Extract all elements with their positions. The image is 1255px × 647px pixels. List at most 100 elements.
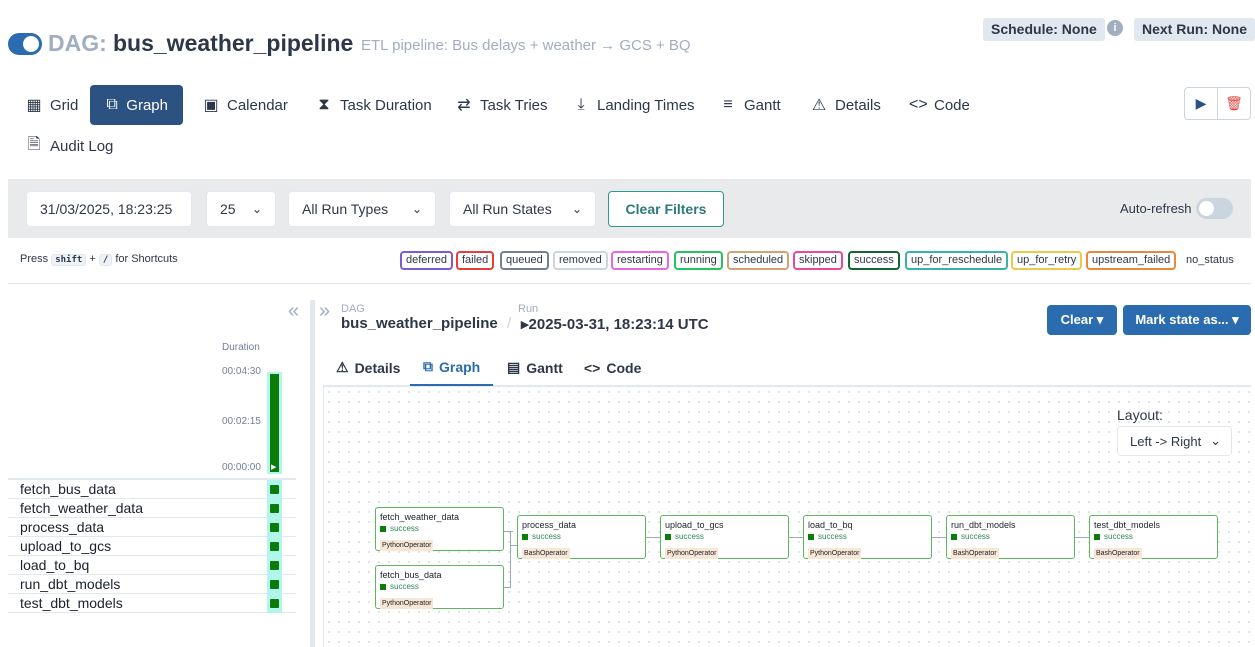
tab-grid[interactable]: ▦ Grid bbox=[10, 85, 93, 125]
subtab-label: Gantt bbox=[526, 359, 563, 376]
legend-up-for-reschedule[interactable]: up_for_reschedule bbox=[905, 251, 1009, 270]
clear-button[interactable]: Clear ▾ bbox=[1047, 305, 1117, 335]
chevron-down-icon: ⌄ bbox=[1210, 433, 1221, 448]
task-instance-cell[interactable] bbox=[267, 499, 282, 518]
plane-landing-icon: ⤓ bbox=[577, 96, 585, 113]
legend-skipped[interactable]: skipped bbox=[793, 251, 843, 270]
graph-node-process-data[interactable]: process_data success BashOperator bbox=[517, 515, 646, 559]
subtab-label: Code bbox=[606, 359, 642, 376]
shortcut-hint: Press shift + / for Shortcuts bbox=[20, 253, 178, 266]
graph-node-fetch-weather-data[interactable]: fetch_weather_data success PythonOperato… bbox=[375, 507, 504, 551]
tab-label: Task Tries bbox=[480, 96, 548, 114]
collapse-grid-icon[interactable]: « bbox=[288, 300, 299, 323]
clear-filters-button[interactable]: Clear Filters bbox=[608, 191, 724, 227]
graph-edge bbox=[1075, 537, 1089, 538]
tab-label: Task Duration bbox=[340, 96, 432, 114]
task-row[interactable]: upload_to_gcs bbox=[8, 537, 296, 556]
graph-node-fetch-bus-data[interactable]: fetch_bus_data success PythonOperator bbox=[375, 565, 504, 609]
delete-dag-button[interactable]: 🗑 bbox=[1218, 88, 1250, 119]
task-instance-cell[interactable] bbox=[267, 518, 282, 537]
tab-task-duration[interactable]: ⧗ Task Duration bbox=[300, 85, 447, 125]
chevron-down-icon: ⌄ bbox=[251, 202, 262, 216]
task-instance-cell[interactable] bbox=[267, 480, 282, 499]
legend-success[interactable]: success bbox=[848, 251, 900, 270]
subtab-details[interactable]: ⚠ Details bbox=[323, 349, 413, 386]
dag-description: ETL pipeline: Bus delays + weather → GCS… bbox=[361, 37, 691, 54]
divider bbox=[8, 283, 1251, 284]
breadcrumb-dag-link[interactable]: bus_weather_pipeline bbox=[341, 315, 498, 332]
tab-graph[interactable]: ⧉ Graph bbox=[90, 85, 183, 125]
shortcut-key-slash: / bbox=[98, 254, 113, 266]
dag-pause-toggle[interactable] bbox=[8, 33, 42, 55]
run-states-select[interactable]: All Run States ⌄ bbox=[449, 191, 596, 227]
legend-removed[interactable]: removed bbox=[553, 251, 608, 270]
task-row[interactable]: test_dbt_models bbox=[8, 594, 296, 613]
task-name: run_dbt_models bbox=[20, 576, 121, 592]
calendar-icon: ▣ bbox=[203, 97, 219, 114]
task-row[interactable]: load_to_bq bbox=[8, 556, 296, 575]
legend-queued[interactable]: queued bbox=[500, 251, 549, 270]
task-row[interactable]: fetch_bus_data bbox=[8, 480, 296, 499]
task-row[interactable]: fetch_weather_data bbox=[8, 499, 296, 518]
node-state: success bbox=[380, 523, 499, 534]
run-types-select[interactable]: All Run Types ⌄ bbox=[288, 191, 436, 227]
tab-audit-log[interactable]: 🗎 Audit Log bbox=[10, 126, 128, 166]
status-square-icon bbox=[665, 533, 671, 540]
task-list: fetch_bus_data fetch_weather_data proces… bbox=[8, 478, 296, 613]
task-instance-cell[interactable] bbox=[267, 537, 282, 556]
duration-tick: 00:00:00 bbox=[222, 462, 261, 473]
num-runs-select[interactable]: 25 ⌄ bbox=[206, 191, 276, 227]
layout-select[interactable]: Left -> Right ⌄ bbox=[1117, 426, 1232, 456]
layout-label: Layout: bbox=[1117, 407, 1163, 423]
legend-upstream-failed[interactable]: upstream_failed bbox=[1086, 251, 1177, 270]
task-instance-cell[interactable] bbox=[267, 575, 282, 594]
trigger-dag-button[interactable]: ▶ bbox=[1185, 88, 1218, 119]
task-row[interactable]: process_data bbox=[8, 518, 296, 537]
graph-node-test-dbt-models[interactable]: test_dbt_models success BashOperator bbox=[1089, 515, 1218, 559]
subtab-graph[interactable]: ⧉ Graph bbox=[410, 349, 494, 386]
legend-failed[interactable]: failed bbox=[456, 251, 495, 270]
breadcrumb-run-link[interactable]: ▸2025-03-31, 18:23:14 UTC bbox=[521, 315, 709, 333]
shortcut-press: Press bbox=[20, 253, 49, 265]
tab-code[interactable]: <> Code bbox=[894, 85, 985, 125]
panel-resize-handle[interactable] bbox=[310, 300, 315, 647]
graph-node-load-to-bq[interactable]: load_to_bq success PythonOperator bbox=[803, 515, 932, 559]
subtab-gantt[interactable]: ▤ Gantt bbox=[494, 349, 576, 386]
node-state-label: success bbox=[961, 532, 990, 541]
mark-state-button[interactable]: Mark state as... ▾ bbox=[1123, 305, 1251, 335]
auto-refresh-toggle[interactable] bbox=[1196, 198, 1233, 219]
execution-date-input[interactable]: 31/03/2025, 18:23:25 bbox=[26, 191, 192, 227]
graph-node-run-dbt-models[interactable]: run_dbt_models success BashOperator bbox=[946, 515, 1075, 559]
legend-running[interactable]: running bbox=[674, 251, 723, 270]
tab-task-tries[interactable]: ⇄ Task Tries bbox=[440, 85, 563, 125]
dag-title: bus_weather_pipeline bbox=[113, 30, 354, 56]
node-operator: BashOperator bbox=[522, 548, 570, 559]
info-icon[interactable]: i bbox=[1107, 20, 1123, 36]
execution-date-value: 31/03/2025, 18:23:25 bbox=[40, 201, 173, 217]
run-duration-bar[interactable] bbox=[270, 374, 279, 472]
expand-details-icon[interactable]: » bbox=[319, 300, 330, 323]
legend-restarting[interactable]: restarting bbox=[611, 251, 669, 270]
graph-canvas[interactable]: Layout: Left -> Right ⌄ fetch_weather_da… bbox=[323, 387, 1251, 647]
graph-edge bbox=[504, 587, 511, 588]
legend-scheduled[interactable]: scheduled bbox=[727, 251, 790, 270]
graph-icon: ⧉ bbox=[106, 96, 118, 113]
subtab-code[interactable]: <> Code bbox=[571, 349, 654, 386]
tab-gantt[interactable]: ≡ Gantt bbox=[704, 85, 796, 125]
filter-bar: 31/03/2025, 18:23:25 25 ⌄ All Run Types … bbox=[8, 179, 1251, 238]
status-square-icon bbox=[951, 533, 957, 540]
breadcrumb-separator: / bbox=[507, 315, 512, 332]
tab-landing-times[interactable]: ⤓ Landing Times bbox=[557, 85, 710, 125]
task-row[interactable]: run_dbt_models bbox=[8, 575, 296, 594]
status-square-icon bbox=[380, 583, 386, 590]
chevron-down-icon: ⌄ bbox=[571, 202, 582, 216]
run-states-value: All Run States bbox=[463, 201, 552, 217]
shortcut-key-shift: shift bbox=[51, 254, 87, 266]
legend-deferred[interactable]: deferred bbox=[400, 251, 453, 270]
tab-calendar[interactable]: ▣ Calendar bbox=[187, 85, 303, 125]
task-instance-cell[interactable] bbox=[267, 556, 282, 575]
task-instance-cell[interactable] bbox=[267, 594, 282, 613]
legend-up-for-retry[interactable]: up_for_retry bbox=[1011, 251, 1083, 270]
graph-node-upload-to-gcs[interactable]: upload_to_gcs success PythonOperator bbox=[660, 515, 789, 559]
tab-details[interactable]: ⚠ Details bbox=[795, 85, 896, 125]
